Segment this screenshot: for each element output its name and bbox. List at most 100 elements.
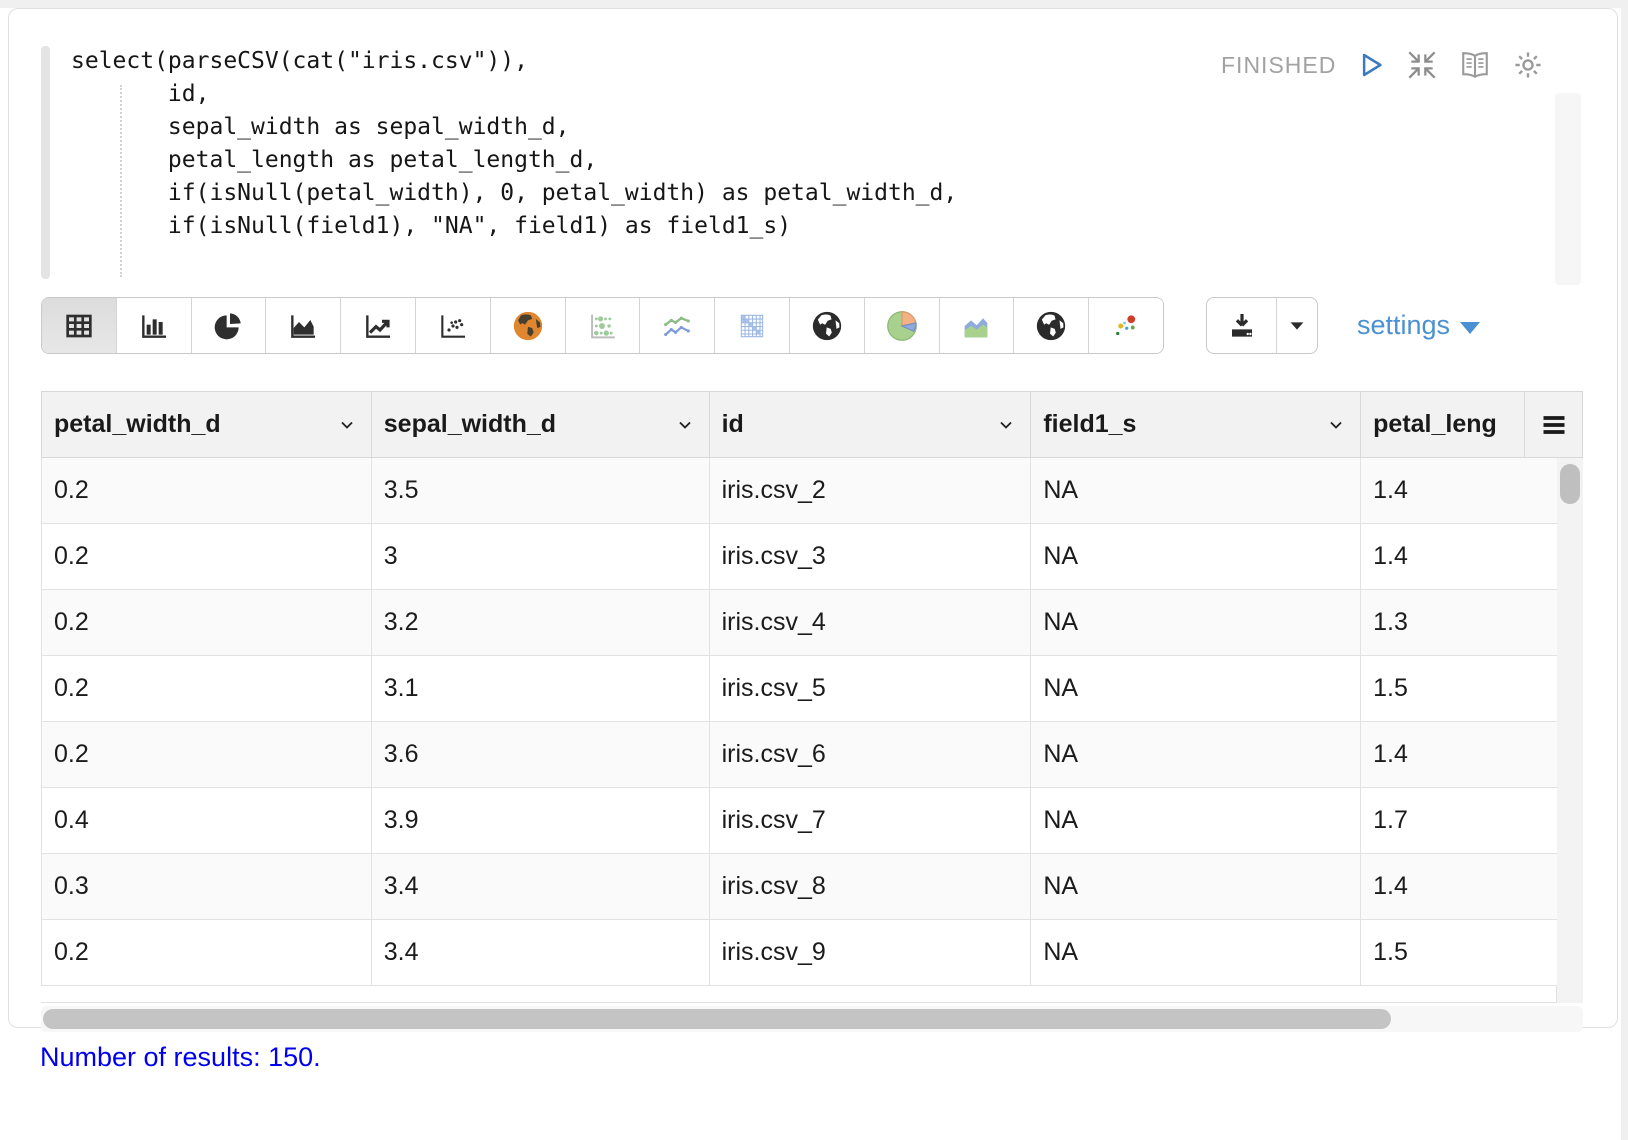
scatter-color-icon xyxy=(1108,308,1144,344)
table-cell: iris.csv_9 xyxy=(710,920,1032,985)
column-header-id[interactable]: id xyxy=(710,392,1032,457)
table-cell: NA xyxy=(1031,788,1361,853)
column-header-sepal_width_d[interactable]: sepal_width_d xyxy=(372,392,710,457)
scrollbar-thumb[interactable] xyxy=(1560,464,1580,504)
table-cell: 1.3 xyxy=(1361,590,1557,655)
table-row[interactable]: 0.23.5iris.csv_2NA1.4 xyxy=(42,458,1557,524)
table-cell: 1.4 xyxy=(1361,722,1557,787)
table-cell: NA xyxy=(1031,458,1361,523)
editor-gutter-bar xyxy=(41,46,50,279)
table-row[interactable]: 0.23.6iris.csv_6NA1.4 xyxy=(42,722,1557,788)
chart-btn-stacked-area[interactable] xyxy=(940,298,1015,353)
table-view-icon xyxy=(63,310,95,342)
chart-btn-table[interactable] xyxy=(42,298,117,353)
table-row[interactable]: 0.23.2iris.csv_4NA1.3 xyxy=(42,590,1557,656)
world-map-orange-icon xyxy=(511,309,545,343)
hamburger-icon xyxy=(1540,411,1568,439)
table-cell: iris.csv_3 xyxy=(710,524,1032,589)
area-chart-icon xyxy=(286,310,320,342)
download-icon xyxy=(1226,310,1258,342)
chart-btn-line[interactable] xyxy=(341,298,416,353)
chart-btn-pie[interactable] xyxy=(192,298,267,353)
export-split-button xyxy=(1206,297,1318,354)
export-menu-button[interactable] xyxy=(1277,298,1317,353)
play-icon[interactable] xyxy=(1356,50,1386,80)
editor-scrollbar[interactable] xyxy=(1555,93,1581,285)
chart-btn-scatter-color[interactable] xyxy=(1089,298,1163,353)
chart-btn-heatmap[interactable] xyxy=(715,298,790,353)
chart-btn-area[interactable] xyxy=(266,298,341,353)
status-badge: FINISHED xyxy=(1221,52,1336,79)
table-vertical-scrollbar[interactable] xyxy=(1557,458,1583,1003)
column-header-petal_width_d[interactable]: petal_width_d xyxy=(42,392,372,457)
column-header-field1_s[interactable]: field1_s xyxy=(1031,392,1361,457)
chart-btn-globe-2[interactable] xyxy=(1014,298,1089,353)
top-edge-strip xyxy=(0,0,1628,8)
table-cell: 1.4 xyxy=(1361,524,1557,589)
chart-btn-multi-line[interactable] xyxy=(640,298,715,353)
chart-btn-world-map[interactable] xyxy=(491,298,566,353)
table-cell: iris.csv_2 xyxy=(710,458,1032,523)
table-cell: NA xyxy=(1031,854,1361,919)
chevron-down-icon[interactable] xyxy=(996,415,1016,435)
editor-status-row: FINISHED xyxy=(1221,49,1544,81)
query-card: select(parseCSV(cat("iris.csv")), id, se… xyxy=(8,8,1618,1028)
chevron-down-icon[interactable] xyxy=(675,415,695,435)
chevron-down-icon[interactable] xyxy=(337,415,357,435)
table-cell: 1.7 xyxy=(1361,788,1557,853)
table-row[interactable]: 0.43.9iris.csv_7NA1.7 xyxy=(42,788,1557,854)
docs-book-icon[interactable] xyxy=(1458,49,1492,81)
bar-chart-icon xyxy=(138,310,170,342)
chevron-down-icon[interactable] xyxy=(1326,415,1346,435)
right-edge-strip xyxy=(1621,0,1628,1140)
scrollbar-thumb[interactable] xyxy=(43,1009,1391,1029)
table-row[interactable]: 0.23.4iris.csv_9NA1.5 xyxy=(42,920,1557,986)
line-chart-icon xyxy=(361,310,395,342)
caret-down-icon xyxy=(1286,315,1308,337)
settings-caret-icon xyxy=(1460,322,1480,334)
chart-btn-bar[interactable] xyxy=(117,298,192,353)
compress-icon[interactable] xyxy=(1406,49,1438,81)
query-result-page: select(parseCSV(cat("iris.csv")), id, se… xyxy=(0,0,1628,1140)
table-cell: 0.2 xyxy=(42,524,372,589)
table-cell: NA xyxy=(1031,722,1361,787)
heatmap-grid-icon xyxy=(736,310,768,342)
table-cell: 0.2 xyxy=(42,458,372,523)
table-cell: iris.csv_6 xyxy=(710,722,1032,787)
settings-dropdown[interactable]: settings xyxy=(1357,297,1480,354)
export-download-button[interactable] xyxy=(1207,298,1277,353)
table-cell: 3.1 xyxy=(372,656,710,721)
table-cell: NA xyxy=(1031,920,1361,985)
table-cell: 0.2 xyxy=(42,920,372,985)
table-cell: 0.4 xyxy=(42,788,372,853)
table-cell: 0.3 xyxy=(42,854,372,919)
globe-dark-icon xyxy=(810,309,844,343)
table-row[interactable]: 0.23.1iris.csv_5NA1.5 xyxy=(42,656,1557,722)
chart-btn-scatter[interactable] xyxy=(416,298,491,353)
table-row[interactable]: 0.23iris.csv_3NA1.4 xyxy=(42,524,1557,590)
table-cell: 3.4 xyxy=(372,920,710,985)
table-cell: 1.4 xyxy=(1361,458,1557,523)
column-header-petal_length_d[interactable]: petal_leng xyxy=(1361,392,1525,457)
chart-btn-pie-color[interactable] xyxy=(865,298,940,353)
globe-dark-2-icon xyxy=(1034,309,1068,343)
chart-btn-globe[interactable] xyxy=(790,298,865,353)
table-cell: 3 xyxy=(372,524,710,589)
table-cell: 3.6 xyxy=(372,722,710,787)
pie-chart-color-icon xyxy=(884,308,920,344)
query-editor[interactable]: select(parseCSV(cat("iris.csv")), id, se… xyxy=(71,45,957,243)
chart-btn-punchcard[interactable] xyxy=(566,298,641,353)
results-table: petal_width_d sepal_width_d id field1_s … xyxy=(41,391,1583,1003)
table-cell: 0.2 xyxy=(42,722,372,787)
table-cell: NA xyxy=(1031,524,1361,589)
stacked-area-color-icon xyxy=(958,309,994,343)
table-row[interactable]: 0.33.4iris.csv_8NA1.4 xyxy=(42,854,1557,920)
scatter-plot-icon xyxy=(437,310,469,342)
results-count: Number of results: 150. xyxy=(40,1042,321,1073)
gear-icon[interactable] xyxy=(1512,49,1544,81)
pie-chart-icon xyxy=(212,310,244,342)
column-menu-button[interactable] xyxy=(1525,392,1582,457)
table-horizontal-scrollbar[interactable] xyxy=(41,1006,1583,1032)
table-cell: 3.5 xyxy=(372,458,710,523)
table-cell: iris.csv_5 xyxy=(710,656,1032,721)
